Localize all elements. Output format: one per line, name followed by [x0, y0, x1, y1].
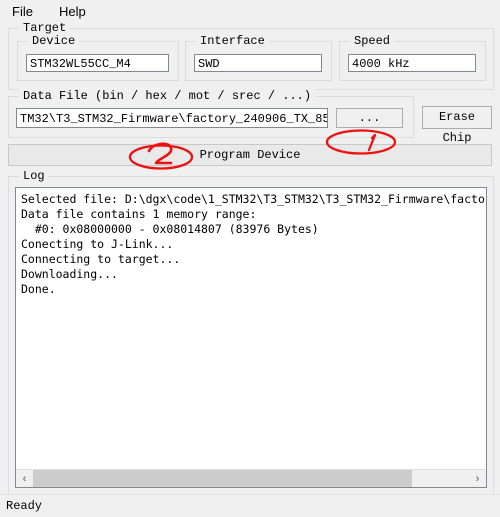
- menu-help[interactable]: Help: [55, 2, 90, 21]
- device-group-label: Device: [28, 34, 80, 48]
- menu-bar: File Help: [0, 0, 500, 22]
- menu-file[interactable]: File: [8, 2, 37, 21]
- erase-chip-button[interactable]: Erase Chip: [422, 106, 492, 145]
- log-horizontal-scrollbar[interactable]: ‹ ›: [16, 469, 486, 487]
- log-panel[interactable]: Selected file: D:\dgx\code\1_STM32\T3_ST…: [15, 187, 487, 488]
- speed-group: Speed 4000 kHz: [339, 34, 486, 81]
- device-input[interactable]: STM32WL55CC_M4: [26, 54, 169, 72]
- program-device-button[interactable]: Program Device: [8, 144, 492, 166]
- interface-group-label: Interface: [196, 34, 269, 48]
- interface-group: Interface SWD: [185, 34, 332, 81]
- speed-group-label: Speed: [350, 34, 395, 48]
- speed-input[interactable]: 4000 kHz: [348, 54, 476, 72]
- device-group: Device STM32WL55CC_M4: [17, 34, 179, 81]
- interface-input[interactable]: SWD: [194, 54, 322, 72]
- status-bar: Ready: [0, 494, 500, 517]
- data-file-input[interactable]: TM32\T3_STM32_Firmware\factory_240906_TX…: [16, 108, 328, 128]
- data-file-group-label: Data File (bin / hex / mot / srec / ...): [19, 89, 316, 103]
- data-file-group: Data File (bin / hex / mot / srec / ...)…: [8, 89, 414, 138]
- target-group-label: Target: [19, 21, 71, 35]
- scrollbar-thumb[interactable]: [33, 470, 413, 487]
- scroll-right-arrow-icon[interactable]: ›: [469, 470, 486, 487]
- scroll-left-arrow-icon[interactable]: ‹: [16, 470, 33, 487]
- log-group: Log Selected file: D:\dgx\code\1_STM32\T…: [8, 169, 494, 495]
- log-group-label: Log: [19, 169, 49, 183]
- status-text: Ready: [6, 499, 43, 513]
- scrollbar-track[interactable]: [33, 470, 469, 487]
- browse-button[interactable]: ...: [336, 108, 403, 128]
- main-content: Target Device STM32WL55CC_M4 Interface S…: [0, 21, 500, 495]
- log-text: Selected file: D:\dgx\code\1_STM32\T3_ST…: [21, 192, 486, 296]
- target-group: Target Device STM32WL55CC_M4 Interface S…: [8, 21, 494, 90]
